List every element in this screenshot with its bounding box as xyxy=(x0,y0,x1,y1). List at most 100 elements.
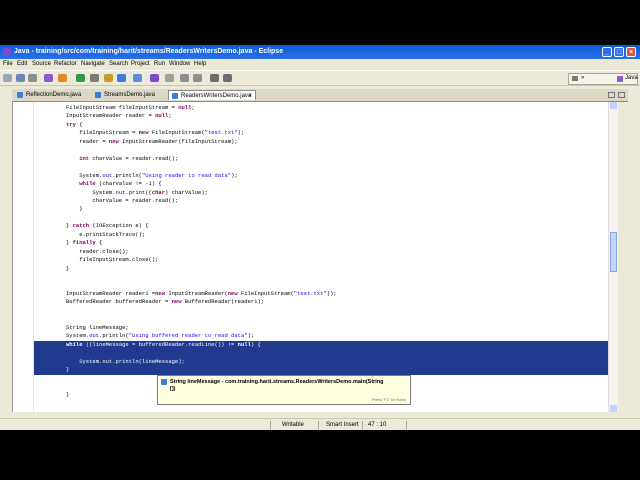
previous-annotation-icon[interactable] xyxy=(193,74,202,82)
perspective-chevron[interactable]: » xyxy=(581,75,584,81)
menu-navigate[interactable]: Navigate xyxy=(81,61,105,67)
code-line[interactable]: while (charValue != -1) { xyxy=(66,180,162,188)
close-button[interactable]: × xyxy=(626,47,636,57)
code-token: System. xyxy=(66,332,90,340)
code-editor[interactable]: FileInputStream fileInputStream = null; I… xyxy=(12,102,617,412)
maximize-button[interactable]: □ xyxy=(614,47,624,57)
external-tools-icon[interactable] xyxy=(58,74,67,82)
code-line[interactable]: e.printStackTrace(); xyxy=(66,231,145,239)
code-line[interactable]: } finally { xyxy=(66,239,102,247)
perspective-switcher[interactable]: » Java xyxy=(568,73,638,85)
next-annotation-icon[interactable] xyxy=(180,74,189,82)
menu-bar: File Edit Source Refactor Navigate Searc… xyxy=(0,59,640,69)
hover-tooltip: String lineMessage - com.training.harit.… xyxy=(157,375,411,405)
code-line[interactable]: } catch (IOException e) { xyxy=(66,222,149,230)
code-token: InputStreamReader reader = xyxy=(66,112,156,120)
code-token: .print(( xyxy=(125,188,152,196)
close-tab-icon[interactable]: × xyxy=(248,91,252,101)
code-line[interactable]: System.out.println(lineMessage); xyxy=(66,358,185,366)
code-line[interactable]: String lineMessage; xyxy=(66,324,129,332)
menu-source[interactable]: Source xyxy=(32,61,51,67)
menu-project[interactable]: Project xyxy=(131,61,150,67)
code-line[interactable]: try { xyxy=(66,121,83,129)
code-line[interactable]: InputStreamReader reader = null; xyxy=(66,112,172,120)
code-token: e.printStackTrace(); xyxy=(66,230,146,238)
menu-search[interactable]: Search xyxy=(109,61,128,67)
code-line[interactable]: System.out.print((char) charValue); xyxy=(66,189,208,197)
menu-help[interactable]: Help xyxy=(194,61,206,67)
debug-icon[interactable] xyxy=(44,74,53,82)
code-line[interactable]: reader.close(); xyxy=(66,248,129,256)
code-token: "Using reader to read data" xyxy=(141,171,232,179)
minimize-editor-icon[interactable] xyxy=(608,92,615,98)
scrollbar-thumb[interactable] xyxy=(610,232,617,272)
code-line[interactable]: reader = new InputStreamReader(fileInput… xyxy=(66,138,237,146)
tab-streamsdemo[interactable]: StreamsDemo.java xyxy=(92,90,166,100)
code-token: } xyxy=(66,239,73,247)
vertical-scrollbar[interactable] xyxy=(608,102,618,412)
open-type-icon[interactable] xyxy=(150,74,159,82)
editor-tab-bar: ReflectionDemo.java StreamsDemo.java Rea… xyxy=(12,89,628,102)
search-icon[interactable] xyxy=(165,74,174,82)
menu-refactor[interactable]: Refactor xyxy=(54,61,77,67)
code-line[interactable]: BufferedReader bufferedReader = new Buff… xyxy=(66,298,264,306)
status-divider xyxy=(270,421,271,430)
code-token: (charValue != -1) { xyxy=(95,180,162,188)
eclipse-app-icon xyxy=(3,48,11,56)
print-icon[interactable] xyxy=(28,74,37,82)
scroll-down-icon[interactable] xyxy=(610,405,617,412)
run-icon[interactable] xyxy=(76,74,85,82)
code-token: )); xyxy=(326,289,337,297)
new-class-icon[interactable] xyxy=(133,74,142,82)
perspective-label[interactable]: Java xyxy=(625,75,638,81)
code-line[interactable]: charValue = reader.read(); xyxy=(66,197,178,205)
code-line[interactable]: } xyxy=(66,391,69,399)
code-line[interactable]: fileInputStream = new FileInputStream("t… xyxy=(66,129,244,137)
menu-edit[interactable]: Edit xyxy=(17,61,27,67)
code-line[interactable]: FileInputStream fileInputStream = null; xyxy=(66,104,195,112)
code-token: while xyxy=(66,340,83,348)
code-line[interactable]: InputStreamReader reader1 =new InputStre… xyxy=(66,290,337,298)
forward-icon[interactable] xyxy=(223,74,232,82)
code-line[interactable]: int charValue = reader.read(); xyxy=(66,155,178,163)
new-java-project-icon[interactable] xyxy=(104,74,113,82)
code-token: try xyxy=(66,120,76,128)
back-icon[interactable] xyxy=(210,74,219,82)
code-line[interactable]: } xyxy=(66,265,69,273)
menu-window[interactable]: Window xyxy=(169,61,190,67)
code-token: char xyxy=(151,188,166,196)
code-line[interactable]: fileInputStream.close(); xyxy=(66,256,158,264)
code-token: InputStreamReader reader1 = xyxy=(66,289,156,297)
code-line[interactable]: } xyxy=(66,205,82,213)
new-icon[interactable] xyxy=(3,74,12,82)
new-package-icon[interactable] xyxy=(117,74,126,82)
open-perspective-icon[interactable] xyxy=(572,76,578,81)
code-token: null xyxy=(178,104,192,111)
code-line[interactable]: System.out.println("Using buffered reade… xyxy=(66,332,254,340)
code-token: ) { xyxy=(250,340,261,348)
code-token: InputStreamReader( xyxy=(165,289,228,297)
title-bar[interactable]: Java - training/src/com/training/harit/s… xyxy=(0,45,640,59)
tab-reflectiondemo[interactable]: ReflectionDemo.java xyxy=(14,90,90,100)
menu-file[interactable]: File xyxy=(3,61,13,67)
code-token: System. xyxy=(66,357,103,365)
minimize-button[interactable]: _ xyxy=(602,47,612,57)
menu-run[interactable]: Run xyxy=(154,61,165,67)
code-token: BufferedReader(reader1); xyxy=(181,298,265,306)
code-token: "test.txt" xyxy=(204,129,238,137)
code-line[interactable]: } xyxy=(66,366,69,374)
tab-readerswritersdemo[interactable]: ReadersWritersDemo.java × xyxy=(168,90,256,100)
maximize-editor-icon[interactable] xyxy=(618,92,625,98)
editor-gutter[interactable] xyxy=(13,102,34,412)
status-divider xyxy=(406,421,407,430)
code-token: "Using buffered reader to read data" xyxy=(128,332,248,340)
code-token: .println(lineMessage); xyxy=(112,357,185,365)
code-line[interactable]: System.out.println("Using reader to read… xyxy=(66,171,237,180)
code-token: (IOException e) { xyxy=(89,222,149,230)
run-dropdown-icon[interactable] xyxy=(90,74,99,82)
code-token: int xyxy=(79,154,90,162)
scroll-up-icon[interactable] xyxy=(610,102,617,109)
save-icon[interactable] xyxy=(16,74,25,82)
code-token: FileInputStream( xyxy=(148,129,205,137)
code-line[interactable]: while ((lineMessage = bufferedReader.rea… xyxy=(66,341,261,349)
